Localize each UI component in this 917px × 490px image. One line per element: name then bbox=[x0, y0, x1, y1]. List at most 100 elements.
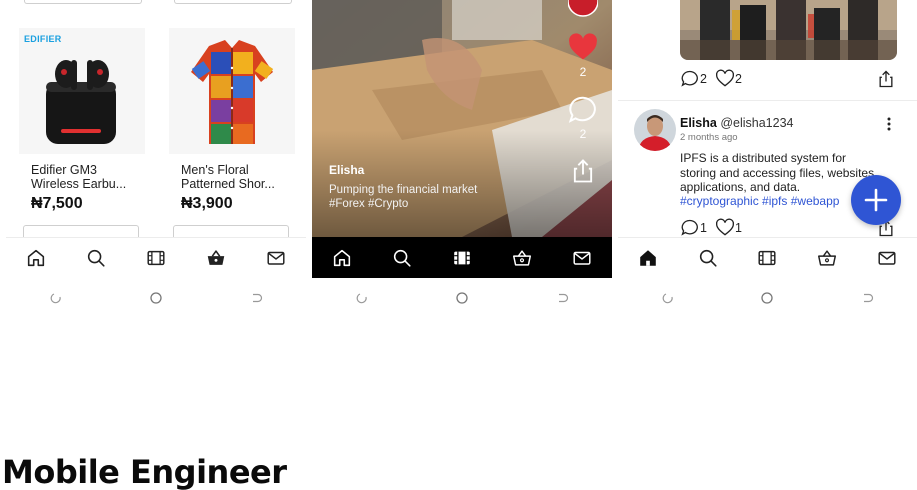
post-divider bbox=[618, 100, 917, 101]
video-caption: Pumping the financial market #Forex #Cry… bbox=[329, 183, 477, 211]
more-vertical-icon bbox=[887, 117, 891, 131]
post-handle[interactable]: @elisha1234 bbox=[720, 116, 793, 130]
section-heading: Mobile Engineer bbox=[2, 453, 287, 490]
home-circle-icon[interactable] bbox=[149, 291, 163, 305]
mail-icon bbox=[267, 251, 285, 265]
new-post-button[interactable] bbox=[851, 175, 901, 225]
nav-messages[interactable] bbox=[867, 238, 907, 279]
nav-videos[interactable] bbox=[747, 238, 787, 279]
post-menu-button[interactable] bbox=[884, 116, 894, 132]
like-button[interactable]: 2 bbox=[567, 33, 599, 79]
like-button[interactable]: 1 bbox=[715, 218, 742, 238]
recent-apps-icon[interactable] bbox=[661, 291, 675, 305]
nav-shop[interactable] bbox=[807, 238, 847, 279]
share-button[interactable] bbox=[567, 157, 599, 189]
heart-icon bbox=[715, 69, 734, 87]
product-price: ₦7,500 bbox=[31, 195, 83, 212]
nav-home[interactable] bbox=[16, 238, 56, 279]
home-circle-icon[interactable] bbox=[455, 291, 469, 305]
mail-icon bbox=[573, 251, 591, 265]
nav-shop[interactable] bbox=[196, 238, 236, 279]
like-count: 2 bbox=[734, 72, 742, 86]
product-image-shirt[interactable] bbox=[169, 28, 295, 154]
comment-button[interactable]: 1 bbox=[680, 218, 707, 238]
search-icon bbox=[87, 249, 105, 267]
nav-videos[interactable] bbox=[136, 238, 176, 279]
recent-apps-icon[interactable] bbox=[49, 291, 63, 305]
like-button[interactable]: 2 bbox=[715, 69, 742, 89]
basket-icon bbox=[207, 250, 225, 265]
post-actions: 1 1 bbox=[680, 218, 742, 238]
nav-search[interactable] bbox=[688, 238, 728, 279]
plus-icon bbox=[864, 188, 888, 212]
cart-button-stub[interactable] bbox=[174, 0, 292, 4]
home-icon bbox=[333, 249, 351, 266]
mail-icon bbox=[878, 251, 896, 265]
cart-button-stub[interactable] bbox=[24, 0, 142, 4]
comment-icon bbox=[681, 219, 698, 236]
search-icon bbox=[699, 249, 717, 267]
bottom-nav bbox=[312, 237, 612, 278]
prev-post-actions: 2 2 bbox=[680, 69, 742, 89]
post-body-line: IPFS is a distributed system for bbox=[680, 151, 847, 165]
product-name[interactable]: Men's Floral Patterned Shor... bbox=[181, 163, 299, 191]
back-icon[interactable] bbox=[249, 291, 263, 305]
comment-count: 2 bbox=[700, 72, 707, 86]
film-icon bbox=[758, 250, 777, 266]
nav-messages[interactable] bbox=[562, 237, 602, 278]
brand-logo: EDIFIER bbox=[24, 34, 62, 44]
heart-icon bbox=[715, 218, 734, 236]
nav-messages[interactable] bbox=[256, 238, 296, 279]
avatar[interactable] bbox=[634, 109, 676, 151]
video-author[interactable]: Elisha bbox=[329, 163, 364, 177]
bottom-nav bbox=[618, 237, 917, 278]
basket-icon bbox=[513, 249, 531, 266]
system-nav bbox=[6, 288, 306, 308]
share-icon bbox=[879, 70, 893, 88]
post-image[interactable] bbox=[680, 0, 897, 60]
group-photo-image bbox=[680, 0, 897, 60]
caption-hashtags[interactable]: #Forex #Crypto bbox=[329, 197, 477, 211]
nav-videos[interactable] bbox=[442, 237, 482, 278]
post-timestamp: 2 months ago bbox=[680, 132, 738, 143]
product-name-line: Edifier GM3 bbox=[31, 163, 97, 177]
system-nav bbox=[618, 288, 917, 308]
video-screen: 2 2 Elisha Pumping the financial market … bbox=[312, 0, 612, 278]
product-name-line: Patterned Shor... bbox=[181, 177, 275, 191]
nav-home[interactable] bbox=[322, 237, 362, 278]
product-name-line: Wireless Earbu... bbox=[31, 177, 127, 191]
share-icon bbox=[573, 159, 593, 183]
back-icon[interactable] bbox=[555, 291, 569, 305]
system-nav bbox=[312, 288, 612, 308]
home-circle-icon[interactable] bbox=[760, 291, 774, 305]
recent-apps-icon[interactable] bbox=[355, 291, 369, 305]
post-header: Elisha @elisha1234 bbox=[680, 116, 793, 130]
home-icon bbox=[640, 250, 656, 266]
film-icon bbox=[147, 250, 165, 266]
comment-count: 2 bbox=[579, 127, 587, 141]
post-author[interactable]: Elisha bbox=[680, 116, 717, 130]
caption-line: Pumping the financial market bbox=[329, 184, 478, 196]
heart-icon bbox=[569, 33, 597, 60]
avatar-image bbox=[634, 109, 676, 151]
product-image-earbuds[interactable] bbox=[19, 28, 145, 154]
avatar-image bbox=[567, 0, 599, 17]
home-icon bbox=[27, 249, 45, 267]
product-name[interactable]: Edifier GM3 Wireless Earbu... bbox=[31, 163, 149, 191]
like-count: 1 bbox=[734, 221, 742, 235]
basket-icon bbox=[818, 250, 837, 266]
search-icon bbox=[393, 249, 411, 267]
author-avatar[interactable] bbox=[567, 0, 599, 22]
nav-home[interactable] bbox=[628, 238, 668, 279]
comment-count: 1 bbox=[700, 221, 707, 235]
comment-icon bbox=[568, 96, 596, 123]
comment-button[interactable]: 2 bbox=[567, 95, 599, 141]
nav-shop[interactable] bbox=[502, 237, 542, 278]
earbuds-image bbox=[19, 28, 145, 154]
back-icon[interactable] bbox=[860, 291, 874, 305]
share-button[interactable] bbox=[876, 69, 896, 89]
comment-button[interactable]: 2 bbox=[680, 69, 707, 89]
nav-search[interactable] bbox=[382, 237, 422, 278]
nav-search[interactable] bbox=[76, 238, 116, 279]
floral-shirt-image bbox=[169, 28, 295, 154]
